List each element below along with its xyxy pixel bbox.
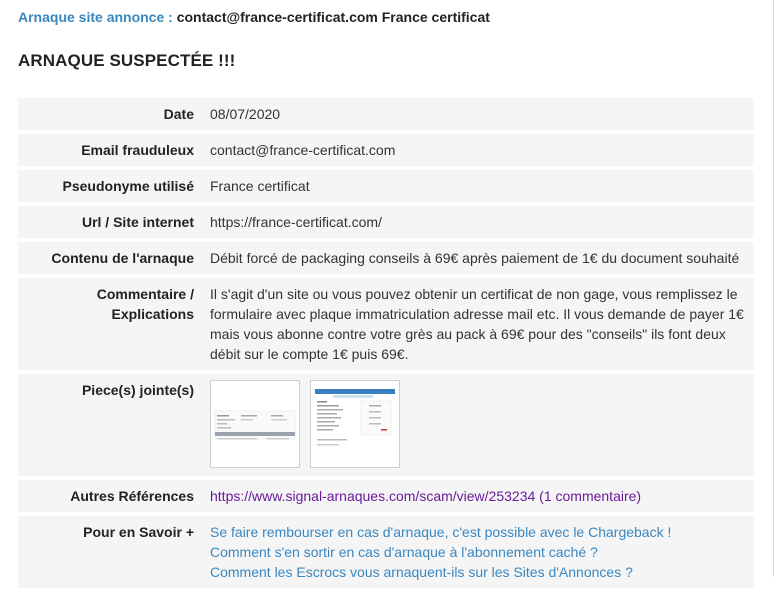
header-prefix: Arnaque site annonce :: [18, 9, 173, 25]
savoir-value: Se faire rembourser en cas d'arnaque, c'…: [202, 516, 754, 588]
attachment-preview-form-icon: [214, 410, 296, 440]
autres-reference-link[interactable]: https://www.signal-arnaques.com/scam/vie…: [210, 488, 641, 504]
scam-details-table: Date 08/07/2020 Email frauduleux contact…: [18, 94, 754, 592]
row-commentaire: Commentaire / Explications Il s'agit d'u…: [18, 278, 754, 370]
date-label: Date: [18, 98, 202, 130]
right-border: [773, 0, 774, 577]
row-contenu: Contenu de l'arnaque Débit forcé de pack…: [18, 242, 754, 274]
commentaire-label-line2: Explications: [111, 306, 194, 322]
savoir-link-annonces[interactable]: Comment les Escrocs vous arnaquent-ils s…: [210, 562, 746, 582]
contenu-label: Contenu de l'arnaque: [18, 242, 202, 274]
pseudo-label: Pseudonyme utilisé: [18, 170, 202, 202]
pieces-value: [202, 374, 754, 476]
attachment-thumbnails: [210, 380, 746, 470]
email-value: contact@france-certificat.com: [202, 134, 754, 166]
row-email: Email frauduleux contact@france-certific…: [18, 134, 754, 166]
attachment-thumbnail-1[interactable]: [210, 380, 300, 468]
autres-label: Autres Références: [18, 480, 202, 512]
row-pieces: Piece(s) jointe(s): [18, 374, 754, 476]
email-label: Email frauduleux: [18, 134, 202, 166]
attachment-preview-invoice-icon: [315, 389, 395, 446]
row-date: Date 08/07/2020: [18, 98, 754, 130]
scam-header: Arnaque site annonce : contact@france-ce…: [18, 9, 490, 25]
page-title: ARNAQUE SUSPECTÉE !!!: [18, 51, 236, 70]
url-label: Url / Site internet: [18, 206, 202, 238]
attachment-thumbnail-2[interactable]: [310, 380, 400, 468]
row-autres: Autres Références https://www.signal-arn…: [18, 480, 754, 512]
pseudo-value: France certificat: [202, 170, 754, 202]
commentaire-label: Commentaire / Explications: [18, 278, 202, 370]
contenu-value: Débit forcé de packaging conseils à 69€ …: [202, 242, 754, 274]
autres-value: https://www.signal-arnaques.com/scam/vie…: [202, 480, 754, 512]
pieces-label: Piece(s) jointe(s): [18, 374, 202, 476]
header-target: contact@france-certificat.com France cer…: [176, 9, 490, 25]
commentaire-value: Il s'agit d'un site ou vous pouvez obten…: [202, 278, 754, 370]
date-value: 08/07/2020: [202, 98, 754, 130]
row-url: Url / Site internet https://france-certi…: [18, 206, 754, 238]
savoir-link-chargeback[interactable]: Se faire rembourser en cas d'arnaque, c'…: [210, 522, 746, 542]
url-value: https://france-certificat.com/: [202, 206, 754, 238]
row-savoir: Pour en Savoir + Se faire rembourser en …: [18, 516, 754, 588]
savoir-label: Pour en Savoir +: [18, 516, 202, 588]
savoir-link-abonnement[interactable]: Comment s'en sortir en cas d'arnaque à l…: [210, 542, 746, 562]
commentaire-label-line1: Commentaire /: [96, 286, 194, 302]
row-pseudo: Pseudonyme utilisé France certificat: [18, 170, 754, 202]
